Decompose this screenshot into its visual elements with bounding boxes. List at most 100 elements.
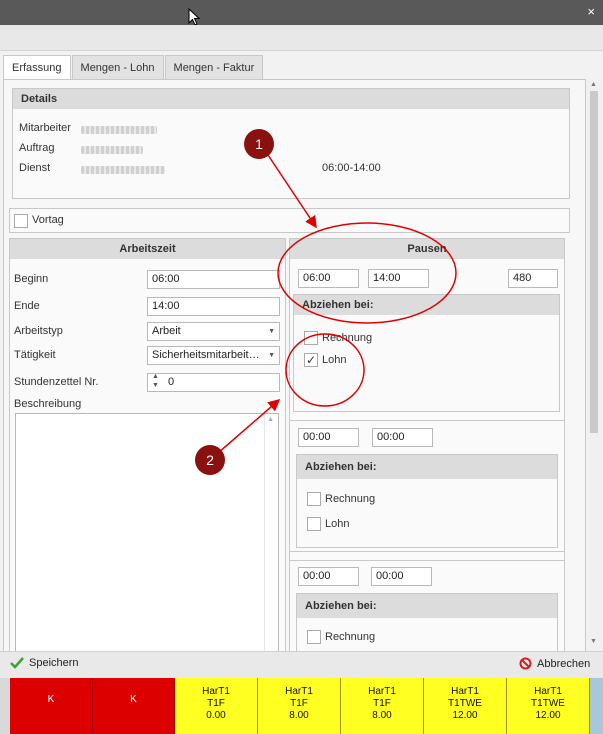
dienst-label: Dienst: [19, 162, 51, 174]
tab-strip: Erfassung Mengen - Lohn Mengen - Faktur: [3, 55, 264, 81]
cancel-icon: [519, 657, 532, 670]
pause-2-rechnung-checkbox[interactable]: [307, 492, 321, 506]
pause-1-rechnung-checkbox[interactable]: [304, 331, 318, 345]
main-scrollbar[interactable]: ▲ ▼: [587, 79, 601, 651]
schedule-cell-type: T1F: [207, 698, 225, 709]
pause-2-lohn-label: Lohn: [325, 518, 350, 530]
save-button[interactable]: Speichern: [10, 657, 79, 669]
taetigkeit-label: Tätigkeit: [14, 349, 56, 361]
spin-arrows-icon[interactable]: ▲ ▼: [152, 374, 159, 390]
pause-2-abziehen-group: Abziehen bei: Rechnung Lohn: [296, 454, 558, 548]
arbeitstyp-label: Arbeitstyp: [14, 325, 63, 337]
schedule-cell-type: T1TWE: [448, 698, 482, 709]
schedule-cell[interactable]: K: [93, 678, 175, 734]
dialog-content: Erfassung Mengen - Lohn Mengen - Faktur …: [0, 51, 603, 657]
pause-3-abziehen-group: Abziehen bei: Rechnung: [296, 593, 558, 656]
chevron-down-icon[interactable]: ▼: [268, 347, 275, 364]
arbeitstyp-value: Arbeit: [152, 325, 181, 337]
chevron-down-icon[interactable]: ▼: [268, 323, 275, 340]
pause-1-rechnung-label: Rechnung: [322, 332, 373, 344]
schedule-cell-hours: 8.00: [289, 710, 309, 721]
pause-1-to-input[interactable]: 14:00: [368, 269, 429, 288]
pause-3-rechnung-checkbox[interactable]: [307, 630, 321, 644]
vortag-row: Vortag: [9, 208, 570, 233]
pause-3-block: 00:00 00:00 Abziehen bei: Rechnung: [289, 560, 565, 656]
cancel-button-label: Abbrechen: [537, 657, 591, 670]
toolbar-strip: [0, 25, 603, 51]
textarea-scrollbar[interactable]: [264, 414, 278, 656]
window-titlebar: ×: [0, 0, 603, 26]
pause-3-to-input[interactable]: 00:00: [371, 567, 432, 586]
beginn-input[interactable]: 06:00: [147, 270, 280, 289]
details-header: Details: [13, 89, 569, 109]
checkmark-icon: [10, 657, 24, 669]
vortag-checkbox[interactable]: [14, 214, 28, 228]
stundenzettel-value: 0: [168, 376, 175, 388]
pause-1-lohn-checkbox[interactable]: ✓: [304, 353, 318, 367]
ende-input[interactable]: 14:00: [147, 297, 280, 316]
ende-label: Ende: [14, 300, 40, 312]
schedule-cell-code: HarT1: [202, 686, 230, 697]
scroll-up-icon[interactable]: ▲: [590, 81, 597, 88]
schedule-cell-hours: 12.00: [535, 710, 561, 721]
schedule-strip-edge: [590, 678, 603, 734]
schedule-cell[interactable]: HarT1 T1TWE 12.00: [507, 678, 590, 734]
mitarbeiter-value-redacted: [81, 126, 157, 134]
schedule-cell-type: T1F: [290, 698, 308, 709]
close-icon[interactable]: ×: [587, 4, 595, 20]
pause-1-abziehen-group: Abziehen bei: Rechnung ✓ Lohn: [293, 294, 560, 412]
pause-2-from-input[interactable]: 00:00: [298, 428, 359, 447]
beschreibung-textarea[interactable]: ▲: [15, 413, 279, 657]
stundenzettel-stepper[interactable]: ▲ ▼ 0: [147, 373, 280, 392]
schedule-cell[interactable]: K: [10, 678, 93, 734]
schedule-cell-text: K: [47, 694, 55, 705]
schedule-cell[interactable]: HarT1 T1F 8.00: [341, 678, 424, 734]
pause-1-abziehen-header: Abziehen bei:: [294, 295, 559, 315]
pause-1-from-input[interactable]: 06:00: [298, 269, 359, 288]
pause-3-from-input[interactable]: 00:00: [298, 567, 359, 586]
scroll-down-icon[interactable]: ▼: [590, 638, 597, 645]
pause-2-block: 00:00 00:00 Abziehen bei: Rechnung Lohn: [289, 420, 565, 552]
mitarbeiter-label: Mitarbeiter: [19, 122, 71, 134]
pause-1-minutes-input[interactable]: 480: [508, 269, 558, 288]
save-button-label: Speichern: [29, 657, 79, 669]
checkmark-icon: ✓: [306, 353, 317, 367]
arbeitszeit-header: Arbeitszeit: [10, 239, 285, 259]
details-group: Details Mitarbeiter Auftrag Dienst 06:00…: [12, 88, 570, 199]
schedule-cell-hours: 0.00: [206, 710, 226, 721]
schedule-cell-hours: 8.00: [372, 710, 392, 721]
pause-2-rechnung-label: Rechnung: [325, 493, 376, 505]
taetigkeit-select[interactable]: Sicherheitsmitarbeit… ▼: [147, 346, 280, 365]
schedule-cell[interactable]: HarT1 T1F 8.00: [258, 678, 341, 734]
pausen-header: Pausen: [290, 239, 564, 259]
pause-3-rechnung-label: Rechnung: [325, 631, 376, 643]
tab-mengen-faktur[interactable]: Mengen - Faktur: [164, 55, 264, 79]
beginn-label: Beginn: [14, 273, 49, 285]
auftrag-label: Auftrag: [19, 142, 55, 154]
auftrag-value-redacted: [81, 146, 143, 154]
vortag-label: Vortag: [32, 214, 64, 226]
scrollbar-thumb[interactable]: [590, 91, 598, 433]
cancel-button[interactable]: Abbrechen: [519, 657, 590, 670]
pause-2-lohn-checkbox[interactable]: [307, 517, 321, 531]
mouse-cursor-icon: [188, 8, 200, 26]
pause-1-lohn-label: Lohn: [322, 354, 347, 366]
arbeitszeit-group: Arbeitszeit Beginn 06:00 Ende 14:00 Arbe…: [9, 238, 286, 657]
pause-3-abziehen-header: Abziehen bei:: [297, 594, 557, 618]
action-bar: Speichern Abbrechen: [0, 651, 603, 678]
schedule-cell-code: HarT1: [534, 686, 562, 697]
schedule-cell-code: HarT1: [285, 686, 313, 697]
pause-2-to-input[interactable]: 00:00: [372, 428, 433, 447]
tab-erfassung[interactable]: Erfassung: [3, 55, 71, 81]
schedule-cell[interactable]: HarT1 T1F 0.00: [175, 678, 258, 734]
stundenzettel-label: Stundenzettel Nr.: [14, 376, 99, 388]
dienst-time: 06:00-14:00: [322, 162, 381, 174]
dienst-name-redacted: [81, 166, 165, 174]
pause-2-abziehen-header: Abziehen bei:: [297, 455, 557, 479]
schedule-cell-hours: 12.00: [452, 710, 478, 721]
schedule-cell[interactable]: HarT1 T1TWE 12.00: [424, 678, 507, 734]
arbeitstyp-select[interactable]: Arbeit ▼: [147, 322, 280, 341]
schedule-cell-code: HarT1: [451, 686, 479, 697]
tab-mengen-lohn[interactable]: Mengen - Lohn: [71, 55, 164, 79]
schedule-cell-code: HarT1: [368, 686, 396, 697]
